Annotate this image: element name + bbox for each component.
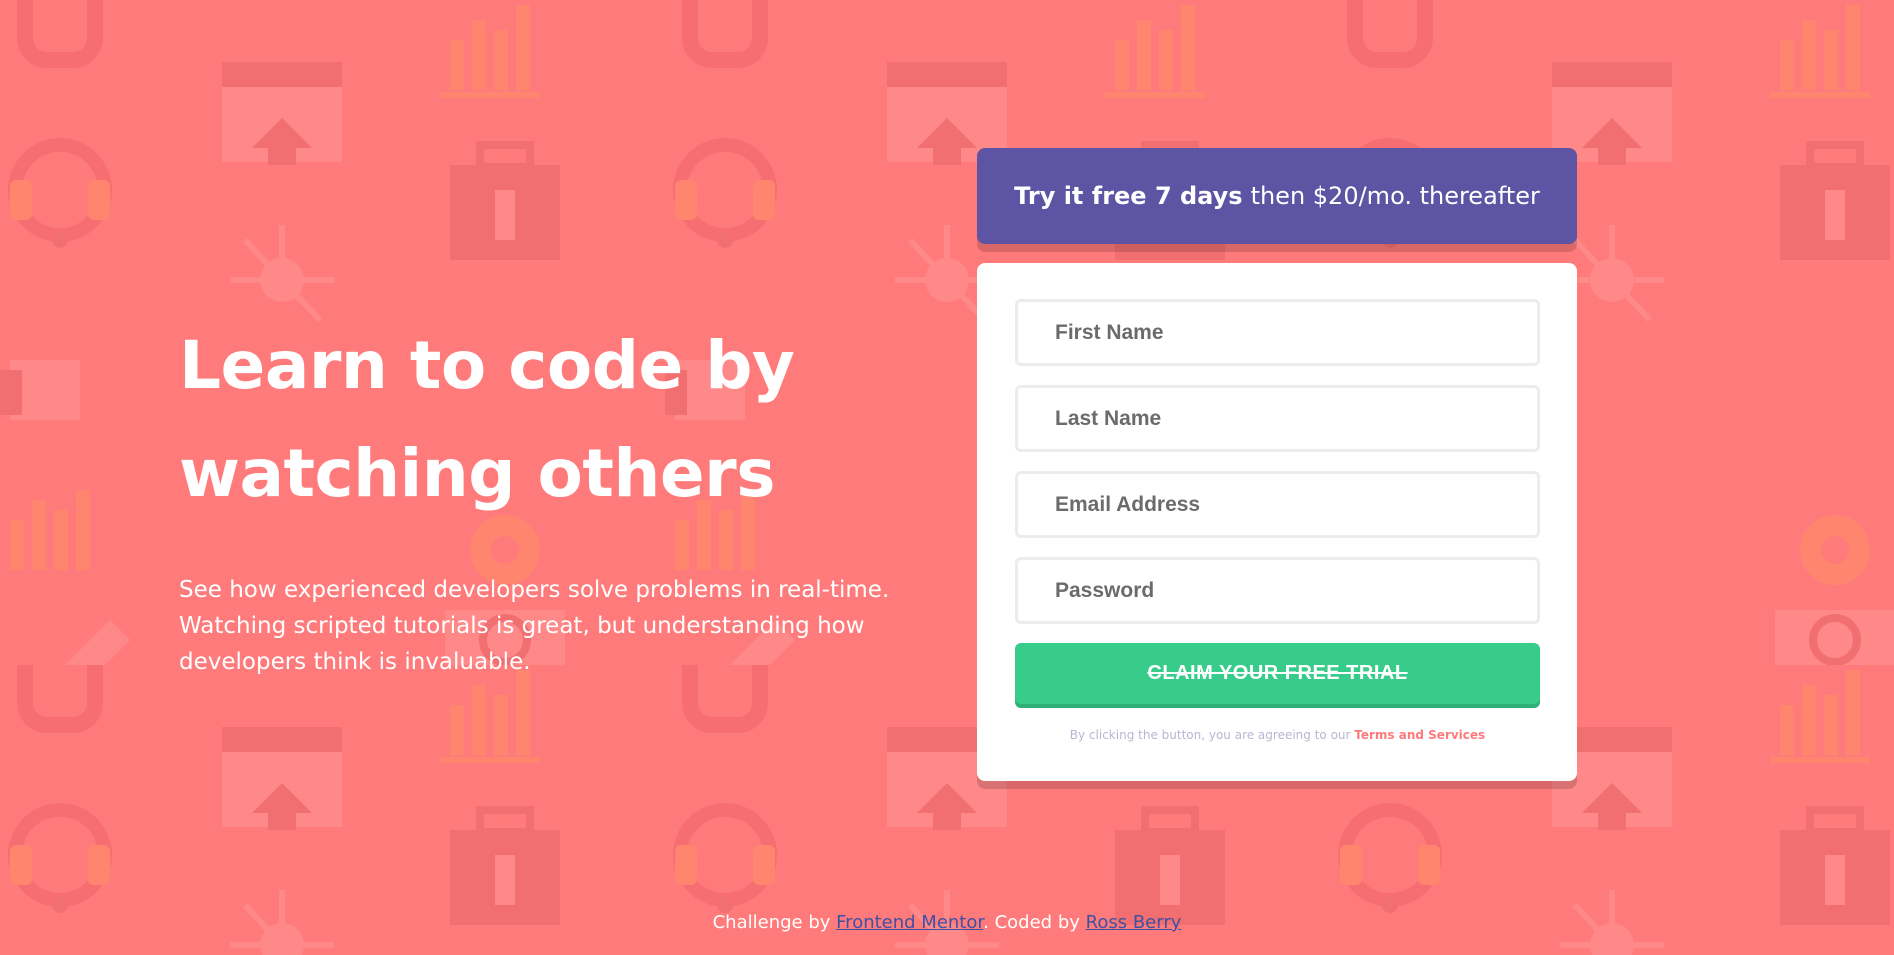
first-name-input[interactable] <box>1055 320 1537 345</box>
offer-highlight: Try it free 7 days <box>1014 182 1243 210</box>
terms-notice: By clicking the button, you are agreeing… <box>1015 728 1540 742</box>
ross-berry-link[interactable]: Ross Berry <box>1086 912 1182 933</box>
last-name-input[interactable] <box>1055 406 1537 431</box>
frontend-mentor-link[interactable]: Frontend Mentor <box>836 912 983 933</box>
email-field-wrapper <box>1015 471 1540 538</box>
last-name-field-wrapper <box>1015 385 1540 452</box>
password-field-wrapper <box>1015 557 1540 624</box>
coded-prefix: . Coded by <box>983 912 1080 933</box>
offer-banner: Try it free 7 days then $20/mo. thereaft… <box>977 148 1577 244</box>
signup-form: CLAIM YOUR FREE TRIAL By clicking the bu… <box>977 263 1577 781</box>
password-input[interactable] <box>1055 578 1537 603</box>
terms-link[interactable]: Terms and Services <box>1354 728 1485 742</box>
hero-section: Learn to code by watching others See how… <box>179 312 939 680</box>
first-name-field-wrapper <box>1015 299 1540 366</box>
terms-prefix: By clicking the button, you are agreeing… <box>1069 728 1351 742</box>
claim-free-trial-button[interactable]: CLAIM YOUR FREE TRIAL <box>1015 643 1540 704</box>
attribution-footer: Challenge by Frontend Mentor. Coded by R… <box>0 912 1894 933</box>
offer-rest: then $20/mo. thereafter <box>1250 182 1540 210</box>
hero-heading: Learn to code by watching others <box>179 327 795 512</box>
challenge-prefix: Challenge by <box>712 912 831 933</box>
email-input[interactable] <box>1055 492 1537 517</box>
hero-description: See how experienced developers solve pro… <box>179 577 890 675</box>
